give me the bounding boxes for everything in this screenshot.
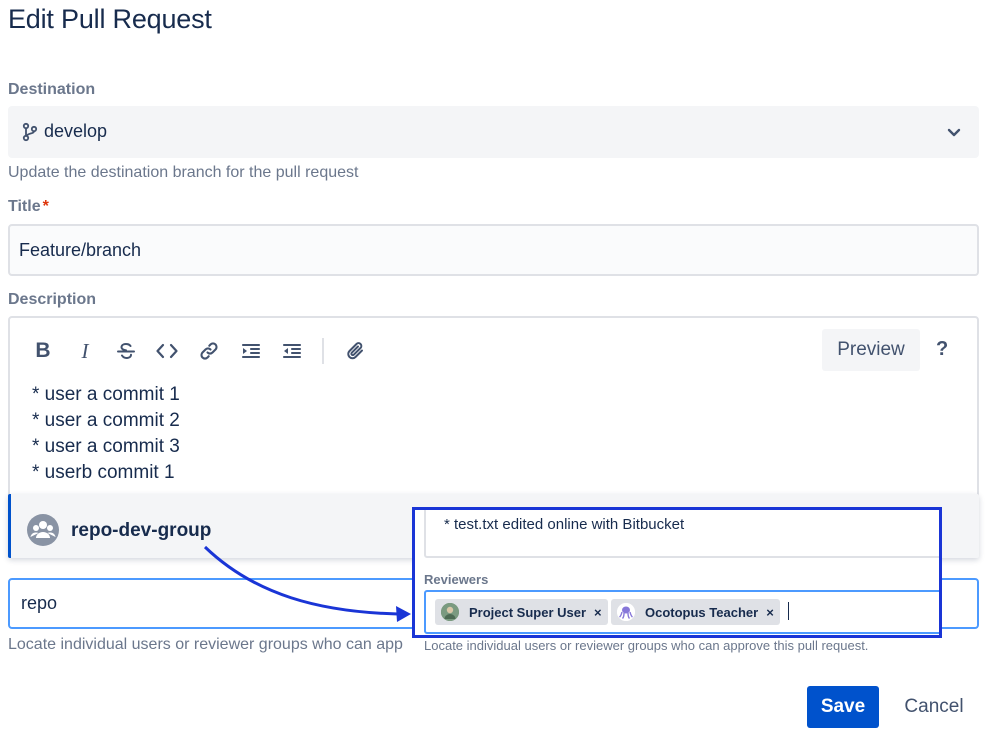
reviewers-helper: Locate individual users or reviewer grou… [8,636,403,654]
strikethrough-icon[interactable] [113,338,139,364]
chevron-down-icon [947,125,961,139]
description-line: * userb commit 1 [32,460,180,486]
attachment-icon[interactable] [343,338,369,364]
text-cursor [788,602,789,620]
group-icon [27,514,59,546]
preview-button[interactable]: Preview [822,329,920,371]
reviewers-label: Reviewers [424,572,488,587]
reviewer-chip-label: Project Super User [469,605,586,620]
bold-icon[interactable]: B [30,338,56,364]
required-mark: * [43,198,49,215]
cancel-button[interactable]: Cancel [893,686,975,728]
octopus-avatar-icon [617,603,635,621]
reviewer-chip[interactable]: Project Super User × [435,599,608,625]
description-line: * user a commit 3 [32,434,180,460]
destination-helper: Update the destination branch for the pu… [8,164,358,182]
destination-label: Destination [8,81,95,99]
description-line: * user a commit 1 [32,382,180,408]
overlay-description-line: * test.txt edited online with Bitbucket [444,516,684,533]
reviewer-chip-label: Ocotopus Teacher [645,605,758,620]
toolbar-divider [322,338,324,364]
indent-icon[interactable] [238,338,264,364]
description-label: Description [8,291,96,309]
description-editor[interactable]: B I Preview ? * user a commit 1 * user a… [8,316,979,506]
page-title: Edit Pull Request [8,4,212,35]
remove-reviewer-icon[interactable]: × [594,605,602,620]
reviewers-highlight-overlay: * test.txt edited online with Bitbucket … [412,507,942,638]
save-button[interactable]: Save [807,686,879,728]
suggestion-label: repo-dev-group [71,520,211,542]
overlay-description-field[interactable]: * test.txt edited online with Bitbucket [424,507,942,558]
destination-value: develop [44,121,107,142]
branch-icon [22,122,38,142]
title-input[interactable] [8,224,979,276]
italic-icon[interactable]: I [72,338,98,364]
description-line: * user a commit 2 [32,408,180,434]
code-icon[interactable] [154,338,180,364]
destination-select[interactable]: develop [8,106,979,158]
outdent-icon[interactable] [279,338,305,364]
title-label: Title* [8,198,49,216]
help-icon[interactable]: ? [936,338,948,361]
description-text[interactable]: * user a commit 1 * user a commit 2 * us… [32,382,180,486]
overlay-reviewers-helper: Locate individual users or reviewer grou… [424,638,868,653]
link-icon[interactable] [196,338,222,364]
title-label-text: Title [8,198,41,215]
reviewer-chip[interactable]: Ocotopus Teacher × [611,599,780,625]
remove-reviewer-icon[interactable]: × [766,605,774,620]
user-avatar-icon [441,603,459,621]
reviewers-field[interactable]: Project Super User × Ocotopus Teacher × [424,590,942,634]
